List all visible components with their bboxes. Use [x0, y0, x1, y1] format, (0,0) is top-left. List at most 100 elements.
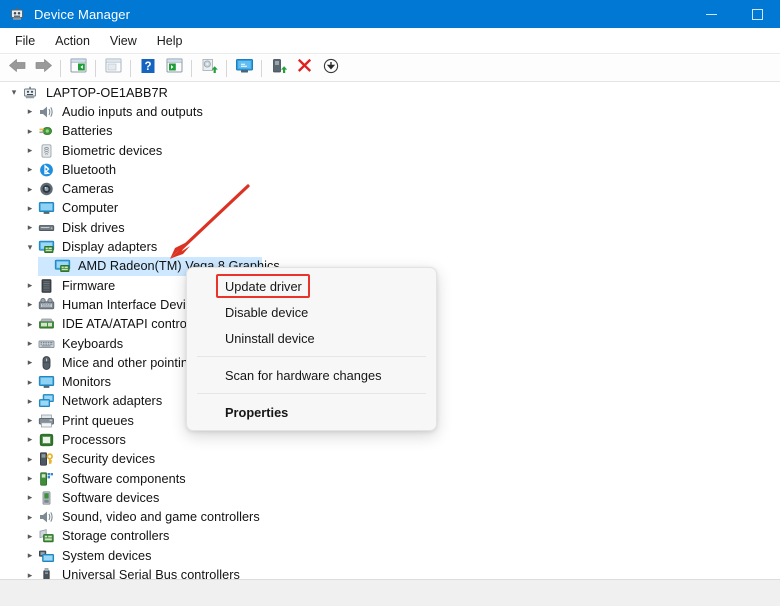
toolbar-scan-hardware[interactable] [231, 57, 257, 79]
tree-row-processors[interactable]: ▸ Processors [0, 430, 780, 449]
chevron-right-icon[interactable]: ▸ [22, 319, 38, 329]
chevron-right-icon[interactable]: ▸ [22, 126, 38, 136]
tree-item-label: Sound, video and game controllers [62, 510, 260, 525]
ctx-uninstall-device[interactable]: Uninstall device [187, 325, 436, 351]
toolbar-separator [95, 59, 96, 77]
tree-row-root[interactable]: ▾ LAPTOP-OE1ABB7R [0, 83, 780, 102]
tree-item-label: Universal Serial Bus controllers [62, 568, 240, 579]
menu-help[interactable]: Help [148, 31, 192, 51]
update-driver-icon [201, 58, 218, 79]
tree-row-bluetooth[interactable]: ▸ Bluetooth [0, 160, 780, 179]
tree-row-system-devices[interactable]: ▸ System devices [0, 546, 780, 565]
svg-text:?: ? [144, 61, 151, 73]
camera-icon [38, 181, 56, 197]
menu-bar: File Action View Help [0, 28, 780, 54]
tree-item-label: Biometric devices [62, 143, 163, 158]
printer-icon [38, 413, 56, 429]
chevron-right-icon[interactable]: ▸ [22, 531, 38, 541]
display-adapter-icon [54, 258, 72, 274]
ctx-update-driver[interactable]: Update driver [187, 273, 436, 299]
toolbar-back[interactable] [4, 57, 30, 79]
chevron-right-icon[interactable]: ▸ [22, 416, 38, 425]
toolbar-update-driver[interactable] [196, 57, 222, 79]
chevron-right-icon[interactable]: ▸ [22, 146, 38, 155]
ctx-properties[interactable]: Properties [187, 399, 436, 425]
software-component-icon [38, 471, 56, 487]
toolbar-properties[interactable] [161, 57, 187, 79]
tree-item-label: Print queues [62, 413, 134, 428]
toolbar-console-tree[interactable] [65, 57, 91, 79]
device-manager-window: Device Manager File Action View Help ? ▾… [0, 0, 780, 606]
maximize-button[interactable] [734, 0, 780, 28]
menu-action[interactable]: Action [46, 31, 99, 51]
tree-row-storage-controllers[interactable]: ▸ Storage controllers [0, 527, 780, 546]
tree-row-batteries[interactable]: ▸ Batteries [0, 122, 780, 141]
chevron-right-icon[interactable]: ▸ [22, 454, 38, 464]
tree-row-universal-serial-bus-controllers[interactable]: ▸ Universal Serial Bus controllers [0, 565, 780, 579]
ctx-scan-hardware-changes[interactable]: Scan for hardware changes [187, 362, 436, 388]
chevron-right-icon[interactable]: ▸ [22, 281, 38, 290]
tree-row-computer[interactable]: ▸ Computer [0, 199, 780, 218]
toolbar-separator [130, 59, 131, 77]
properties-icon [166, 58, 183, 78]
help-icon: ? [140, 58, 156, 79]
menu-view[interactable]: View [101, 31, 146, 51]
show-hide-action-pane-icon [105, 58, 122, 78]
toolbar-separator [261, 59, 262, 77]
network-adapter-icon [38, 393, 56, 409]
ctx-disable-device[interactable]: Disable device [187, 299, 436, 325]
chevron-right-icon[interactable]: ▸ [22, 570, 38, 579]
chevron-right-icon[interactable]: ▸ [22, 107, 38, 116]
toolbar-help[interactable]: ? [135, 57, 161, 79]
tree-item-label: System devices [62, 548, 152, 563]
chevron-down-icon[interactable]: ▾ [6, 88, 22, 97]
tree-row-disk-drives[interactable]: ▸ Disk drives [0, 218, 780, 237]
ide-controller-icon [38, 316, 56, 332]
tree-row-audio-inputs-and-outputs[interactable]: ▸ Audio inputs and outputs [0, 102, 780, 121]
chevron-right-icon[interactable]: ▸ [22, 184, 38, 194]
toolbar: ? [0, 55, 780, 82]
tree-row-cameras[interactable]: ▸ Cameras [0, 179, 780, 198]
display-adapter-icon [38, 239, 56, 255]
chevron-right-icon[interactable]: ▸ [22, 165, 38, 174]
tree-row-software-components[interactable]: ▸ Software components [0, 469, 780, 488]
enable-device-icon [271, 58, 288, 79]
tree-item-label: Security devices [62, 452, 156, 467]
tree-row-biometric-devices[interactable]: ▸ Biometric devices [0, 141, 780, 160]
toolbar-action-pane[interactable] [100, 57, 126, 79]
chevron-right-icon[interactable]: ▸ [22, 203, 38, 213]
toolbar-enable-device[interactable] [266, 57, 292, 79]
tree-item-label: Audio inputs and outputs [62, 104, 203, 119]
maximize-icon [751, 8, 763, 20]
toolbar-forward[interactable] [30, 57, 56, 79]
chevron-right-icon[interactable]: ▸ [22, 493, 38, 502]
tree-item-label: Software components [62, 471, 186, 486]
tree-row-display-adapters[interactable]: ▾ Display adapters [0, 237, 780, 256]
chevron-right-icon[interactable]: ▸ [22, 377, 38, 387]
tree-row-sound-video-and-game-controllers[interactable]: ▸ Sound, video and game controllers [0, 508, 780, 527]
processor-icon [38, 432, 56, 448]
chevron-right-icon[interactable]: ▸ [22, 551, 38, 560]
disable-device-icon [323, 58, 339, 79]
tree-item-label: Storage controllers [62, 529, 170, 544]
usb-controller-icon [38, 567, 56, 579]
tree-row-software-devices[interactable]: ▸ Software devices [0, 488, 780, 507]
tree-row-security-devices[interactable]: ▸ Security devices [0, 450, 780, 469]
chevron-down-icon[interactable]: ▾ [22, 242, 38, 252]
show-hide-console-tree-icon [70, 58, 87, 78]
chevron-right-icon[interactable]: ▸ [22, 474, 38, 483]
chevron-right-icon[interactable]: ▸ [22, 512, 38, 522]
tree-item-label: Display adapters [62, 240, 158, 255]
chevron-right-icon[interactable]: ▸ [22, 396, 38, 406]
context-menu[interactable]: Update driver Disable device Uninstall dev… [186, 267, 437, 431]
toolbar-uninstall-device[interactable] [292, 57, 318, 79]
menu-file[interactable]: File [6, 31, 44, 51]
toolbar-disable-device[interactable] [318, 57, 344, 79]
chevron-right-icon[interactable]: ▸ [22, 358, 38, 367]
minimize-button[interactable] [688, 0, 734, 28]
chevron-right-icon[interactable]: ▸ [22, 339, 38, 348]
chevron-right-icon[interactable]: ▸ [22, 300, 38, 309]
chevron-right-icon[interactable]: ▸ [22, 435, 38, 444]
chevron-right-icon[interactable]: ▸ [22, 223, 38, 232]
tree-item-label: Processors [62, 432, 126, 447]
